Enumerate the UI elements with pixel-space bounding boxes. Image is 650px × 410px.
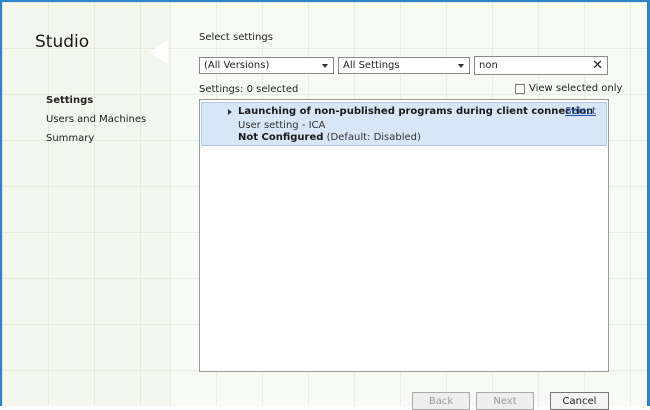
setting-status-value: Not Configured: [238, 132, 324, 143]
sidebar: [2, 2, 170, 406]
category-dropdown[interactable]: All Settings: [338, 57, 470, 74]
chevron-down-icon: [322, 64, 328, 68]
view-selected-label: View selected only: [529, 83, 623, 94]
setting-subtitle: User setting - ICA: [238, 120, 326, 131]
view-selected-only-toggle[interactable]: View selected only: [515, 83, 622, 94]
settings-list: Launching of non-published programs duri…: [199, 99, 609, 372]
setting-title: Launching of non-published programs duri…: [238, 106, 594, 117]
cancel-button[interactable]: Cancel: [550, 392, 609, 410]
close-icon[interactable]: ✕: [592, 57, 603, 74]
window-frame-top: [0, 0, 650, 2]
version-dropdown-value: (All Versions): [204, 60, 270, 71]
page-heading: Select settings: [199, 32, 273, 43]
setting-status-default: (Default: Disabled): [326, 132, 421, 143]
search-box: ✕: [474, 56, 608, 75]
list-item[interactable]: Launching of non-published programs duri…: [201, 102, 607, 146]
setting-status: Not Configured (Default: Disabled): [238, 132, 421, 143]
nav-item-summary[interactable]: Summary: [46, 133, 94, 144]
nav-item-users-and-machines[interactable]: Users and Machines: [46, 114, 146, 125]
view-selected-checkbox[interactable]: [515, 83, 525, 94]
window-frame-left: [0, 0, 2, 406]
version-dropdown[interactable]: (All Versions): [199, 57, 334, 74]
search-input[interactable]: [475, 57, 589, 74]
next-button[interactable]: Next: [476, 392, 534, 410]
sidebar-pointer: [150, 40, 168, 64]
select-link[interactable]: Select: [565, 106, 596, 117]
settings-count: Settings: 0 selected: [199, 84, 299, 95]
category-dropdown-value: All Settings: [343, 60, 400, 71]
nav-item-settings[interactable]: Settings: [46, 95, 93, 106]
app-title: Studio: [35, 32, 90, 52]
expand-arrow-icon[interactable]: [228, 109, 232, 115]
chevron-down-icon: [458, 64, 464, 68]
back-button[interactable]: Back: [412, 392, 470, 410]
